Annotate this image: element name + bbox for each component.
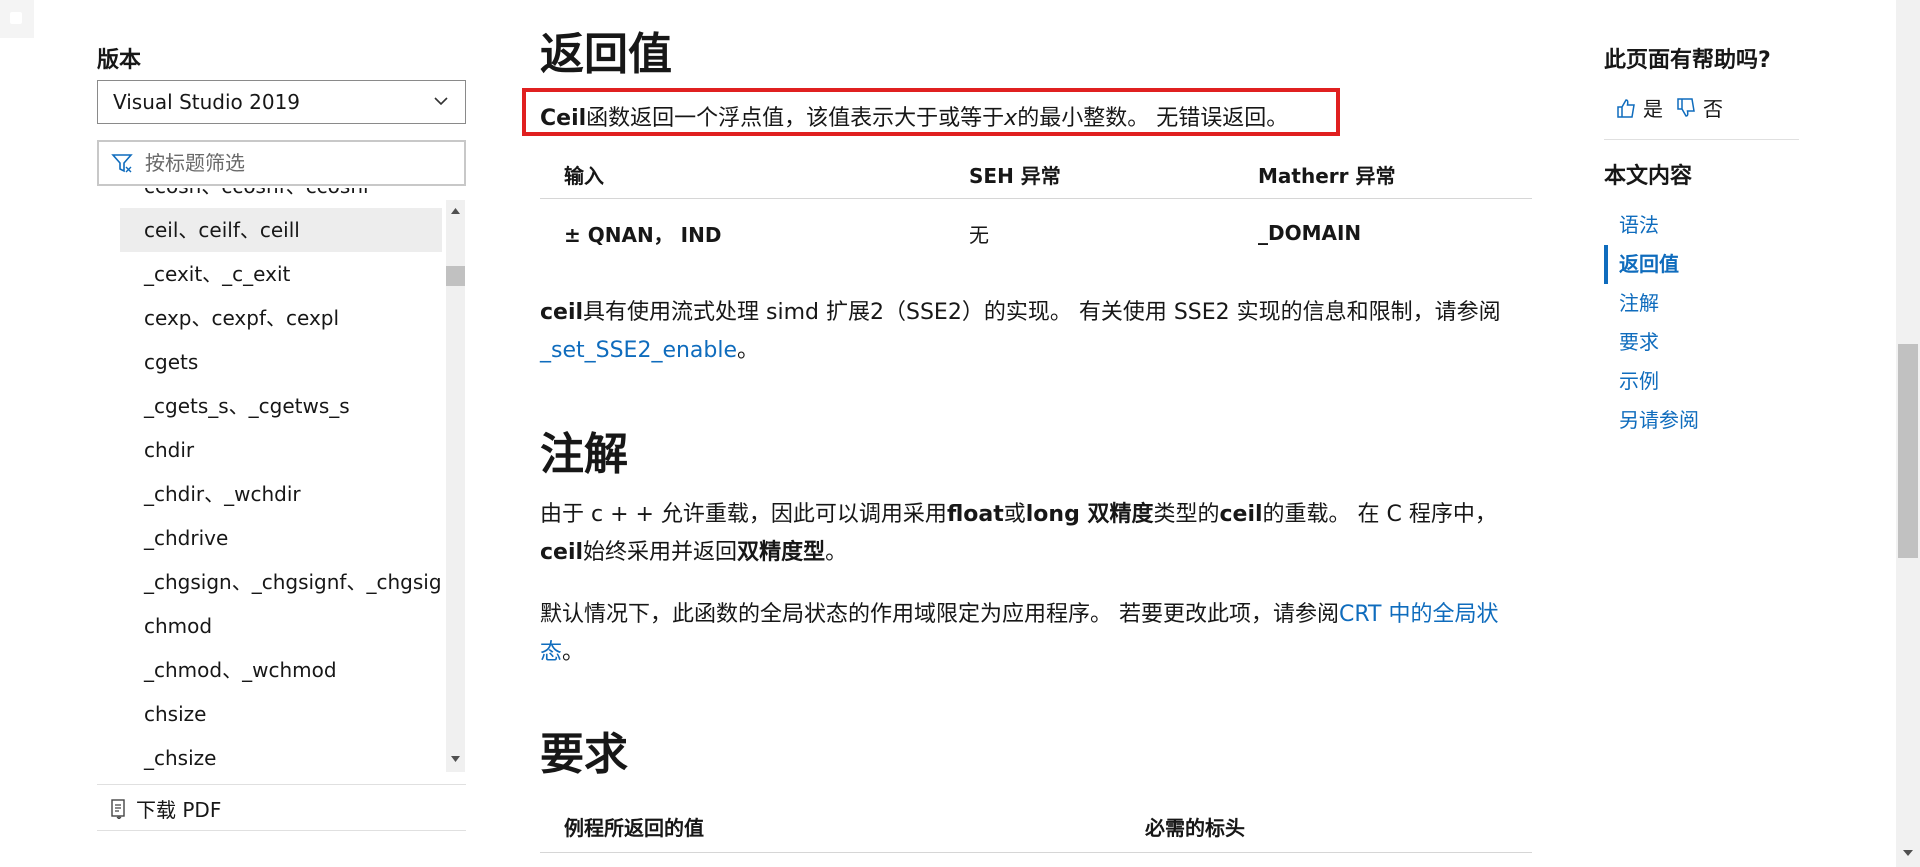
page-scroll-thumb[interactable]: [1898, 344, 1918, 558]
toc-item[interactable]: _chdir、_wchdir: [120, 472, 442, 516]
divider: [97, 784, 466, 785]
app-corner-icon: [0, 0, 34, 38]
return-text-2: 的最小整数。 无错误返回。: [1017, 106, 1289, 131]
toc-item[interactable]: ceil、ceilf、ceill: [120, 208, 442, 252]
text: 类型的: [1153, 502, 1220, 527]
table-header: Matherr 异常: [1234, 150, 1532, 199]
thumbs-up-icon: [1617, 98, 1635, 118]
no-button[interactable]: 否: [1675, 93, 1723, 122]
return-value-paragraph: Ceil函数返回一个浮点值，该值表示大于或等于x的最小整数。 无错误返回。: [540, 100, 1288, 132]
scroll-down-arrow-icon[interactable]: [1896, 842, 1920, 864]
table-cell: _DOMAIN: [1258, 221, 1362, 245]
requirements-table: 例程所返回的值 必需的标头: [540, 800, 1532, 853]
punctuation: 。: [562, 640, 585, 665]
text: 的重载。 在 C 程序中，: [1262, 502, 1497, 527]
in-this-article-link[interactable]: 示例: [1604, 362, 1699, 401]
text: 由于 c + + 允许重载，因此可以调用采用: [540, 502, 947, 527]
keyword: ceil: [540, 540, 584, 565]
toc-item[interactable]: _chdrive: [120, 516, 442, 560]
keyword: long 双精度: [1025, 502, 1154, 527]
toc-item[interactable]: chmod: [120, 604, 442, 648]
sse2-paragraph: ceil具有使用流式处理 simd 扩展2（SSE2）的实现。 有关使用 SSE…: [540, 294, 1532, 370]
text: 始终采用并返回: [583, 540, 738, 565]
table-cell: 无: [969, 222, 989, 247]
toc-item[interactable]: ccosh、ccoshf、ccoshl: [120, 188, 442, 208]
table-header: 输入: [540, 150, 945, 199]
divider: [97, 830, 466, 831]
keyword: 双精度型: [737, 540, 826, 565]
feedback-title: 此页面有帮助吗?: [1604, 48, 1771, 73]
toc-item[interactable]: _cgets_s、_cgetws_s: [120, 384, 442, 428]
toc-item[interactable]: chsize: [120, 692, 442, 736]
error-table: 输入 SEH 异常 Matherr 异常 ± QNAN， IND 无 _DOMA…: [540, 150, 1532, 267]
download-pdf-label: 下载 PDF: [136, 798, 222, 822]
toc-item[interactable]: _chgsign、_chgsignf、_chgsignl: [120, 560, 442, 604]
remarks-paragraph-1: 由于 c + + 允许重载，因此可以调用采用float或long 双精度类型的c…: [540, 496, 1532, 572]
table-row: ± QNAN， IND 无 _DOMAIN: [540, 199, 1532, 268]
return-text-1: 函数返回一个浮点值，该值表示大于或等于: [586, 106, 1005, 131]
sse2-text: 具有使用流式处理 simd 扩展2（SSE2）的实现。 有关使用 SSE2 实现…: [583, 300, 1501, 325]
pdf-icon: [111, 798, 125, 819]
scroll-up-arrow-icon[interactable]: [446, 200, 465, 222]
chevron-down-icon: [434, 97, 448, 106]
function-name: ceil: [540, 300, 584, 325]
yes-button[interactable]: 是: [1615, 93, 1663, 122]
requirements-heading: 要求: [540, 729, 628, 780]
remarks-paragraph-2: 默认情况下，此函数的全局状态的作用域限定为应用程序。 若要更改此项，请参阅CRT…: [540, 596, 1532, 672]
toc-list: ccosh、ccoshf、ccoshlceil、ceilf、ceill_cexi…: [120, 188, 442, 770]
table-cell: ± QNAN， IND: [564, 222, 722, 247]
in-this-article-link[interactable]: 返回值: [1604, 245, 1699, 284]
keyword: ceil: [1219, 502, 1263, 527]
toc-item[interactable]: chdir: [120, 428, 442, 472]
toc-item[interactable]: cexp、cexpf、cexpl: [120, 296, 442, 340]
table-header: 必需的标头: [1121, 800, 1532, 853]
remarks-heading: 注解: [540, 429, 628, 480]
text: 默认情况下，此函数的全局状态的作用域限定为应用程序。 若要更改此项，请参阅: [540, 602, 1339, 627]
toc-list-inner: ccosh、ccoshf、ccoshlceil、ceilf、ceill_cexi…: [120, 188, 442, 770]
keyword: float: [946, 502, 1004, 527]
table-header: SEH 异常: [945, 150, 1234, 199]
download-pdf-link[interactable]: 下载 PDF: [110, 794, 221, 823]
variable-x: x: [1004, 106, 1018, 131]
toc-item[interactable]: _cexit、_c_exit: [120, 252, 442, 296]
version-select-value: Visual Studio 2019: [113, 90, 301, 114]
filter-box[interactable]: [97, 140, 466, 186]
version-select[interactable]: Visual Studio 2019: [97, 80, 466, 124]
in-this-article-link[interactable]: 语法: [1604, 206, 1699, 245]
version-label: 版本: [97, 48, 142, 73]
thumbs-down-icon: [1677, 97, 1695, 117]
table-header: 例程所返回的值: [540, 800, 1121, 853]
toc-item[interactable]: _chmod、_wchmod: [120, 648, 442, 692]
filter-icon: [111, 154, 133, 173]
toc-item[interactable]: _chsize: [120, 736, 442, 770]
set-sse2-enable-link[interactable]: _set_SSE2_enable: [540, 338, 737, 363]
in-this-article-link[interactable]: 注解: [1604, 284, 1699, 323]
text: 或: [1003, 502, 1026, 527]
in-this-article-title: 本文内容: [1604, 164, 1693, 189]
toc-item[interactable]: cgets: [120, 340, 442, 384]
yes-label: 是: [1643, 97, 1663, 121]
in-this-article-link[interactable]: 另请参阅: [1604, 401, 1699, 440]
function-name: Ceil: [540, 106, 587, 131]
punctuation: 。: [737, 338, 760, 363]
return-value-heading: 返回值: [540, 29, 672, 80]
text: 。: [825, 540, 848, 565]
scroll-down-arrow-icon[interactable]: [446, 748, 465, 770]
feedback-buttons: 是 否: [1615, 93, 1723, 122]
in-this-article-link[interactable]: 要求: [1604, 323, 1699, 362]
toc-scroll-thumb[interactable]: [446, 266, 465, 286]
filter-input[interactable]: [143, 150, 447, 176]
no-label: 否: [1703, 97, 1723, 121]
divider: [1604, 139, 1799, 140]
in-this-article-list: 语法 返回值 注解 要求 示例 另请参阅: [1604, 206, 1699, 440]
